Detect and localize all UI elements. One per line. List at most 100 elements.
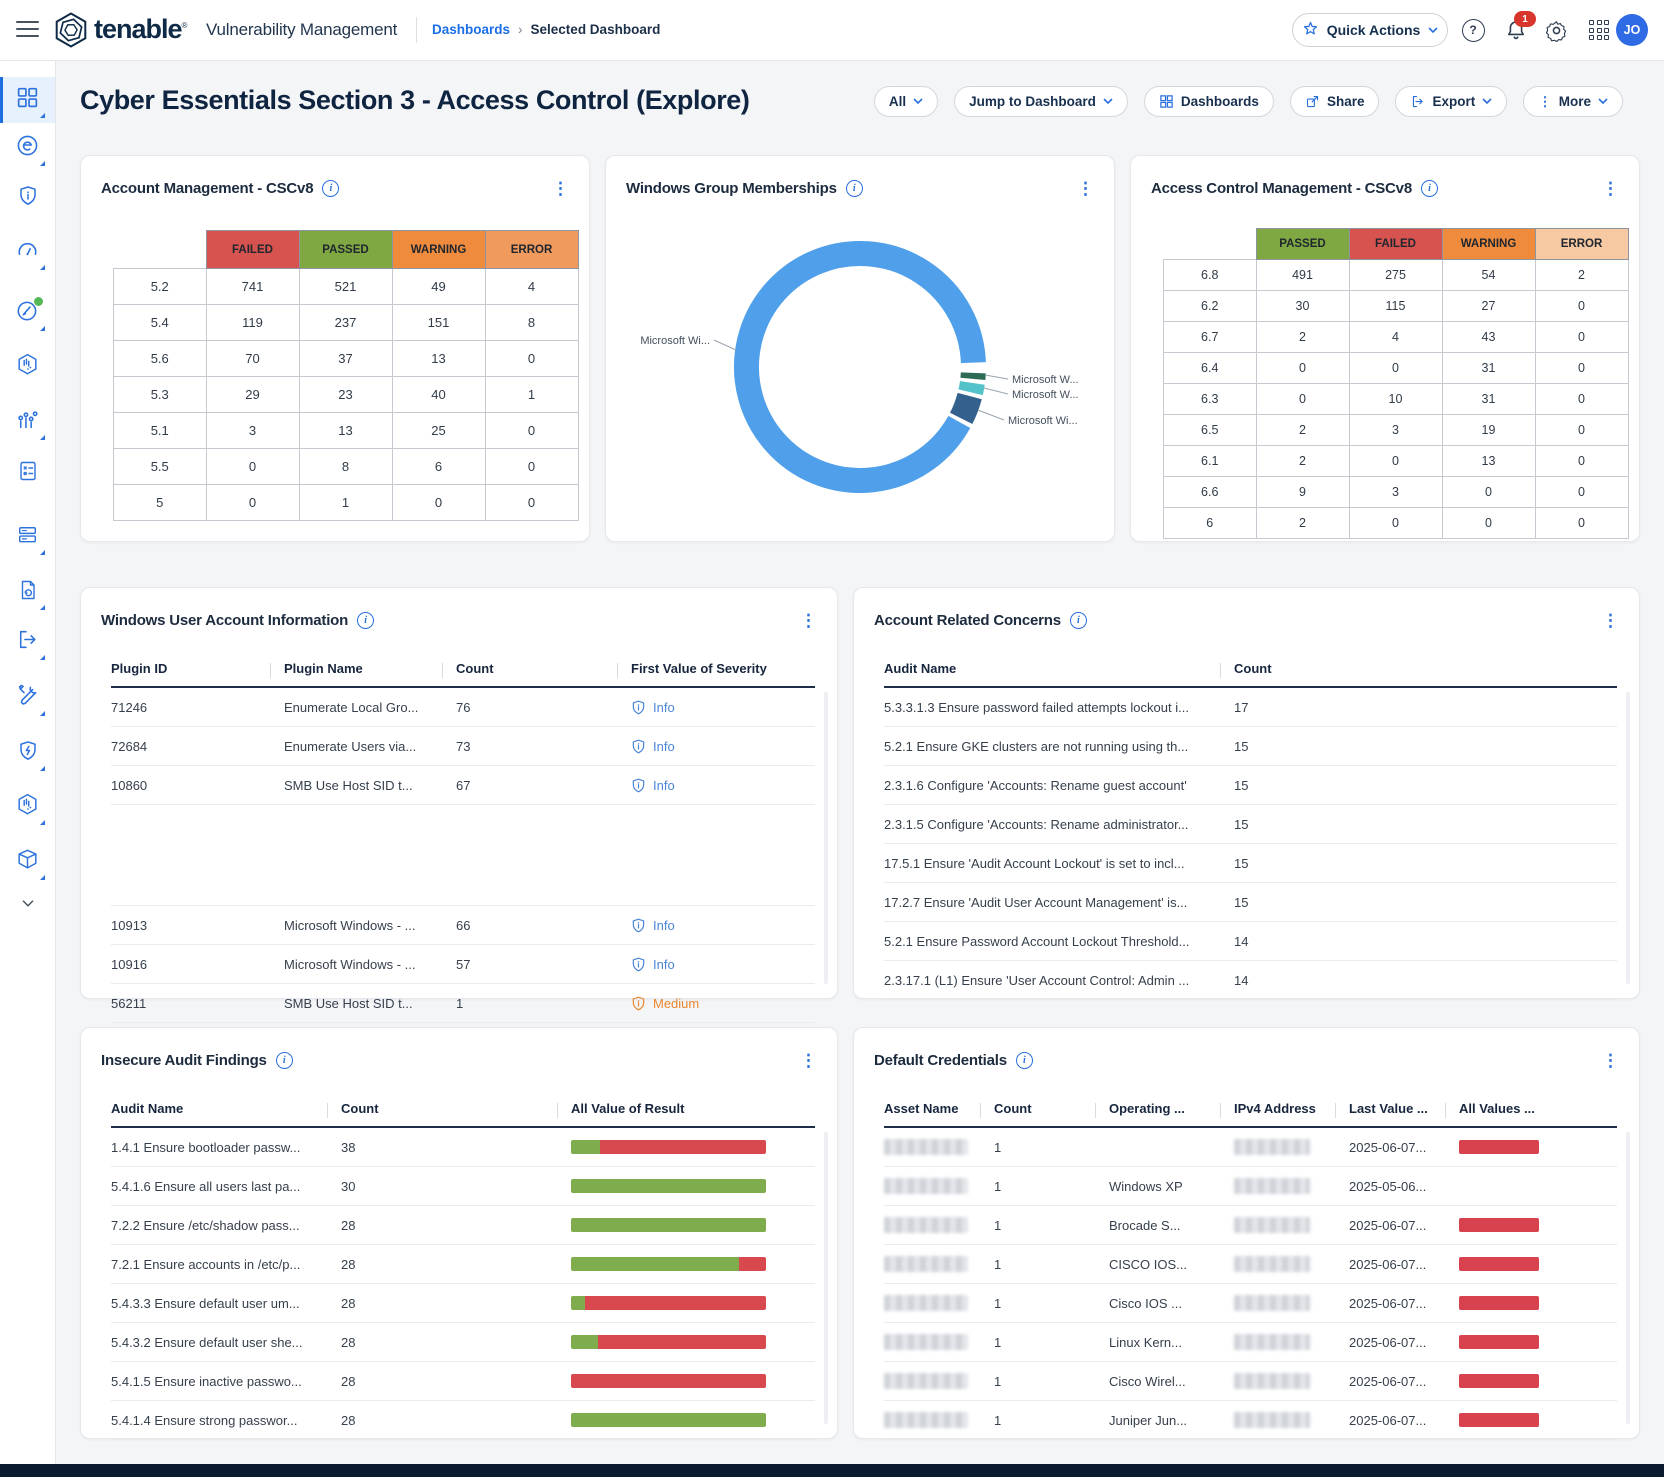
sidebar-item-shield-info[interactable] xyxy=(0,175,55,221)
donut-slice[interactable] xyxy=(961,396,970,418)
column-header[interactable]: Asset Name xyxy=(884,1101,994,1116)
matrix-row-label: 6.1 xyxy=(1164,446,1257,477)
sidebar-item-tools[interactable] xyxy=(0,675,55,721)
result-bar-cell xyxy=(571,1374,815,1388)
widget-menu-button[interactable]: ⋮ xyxy=(794,610,823,631)
audit-name-cell: 5.4.3.2 Ensure default user she... xyxy=(111,1335,341,1350)
count-cell: 67 xyxy=(456,778,631,793)
sidebar-item-package-box[interactable] xyxy=(0,839,55,885)
column-header[interactable]: Count xyxy=(1234,661,1617,676)
info-icon[interactable]: i xyxy=(322,180,339,197)
sidebar-item-document-scan[interactable] xyxy=(0,569,55,615)
sidebar-item-hexagon-cube-2[interactable] xyxy=(0,784,55,830)
sidebar-collapse-button[interactable] xyxy=(0,882,55,928)
sidebar-item-target-e[interactable] xyxy=(0,125,55,171)
matrix-cell: 54 xyxy=(1442,260,1535,291)
sidebar-item-stacked-cards[interactable] xyxy=(0,514,55,560)
severity-badge: Medium xyxy=(631,996,815,1011)
info-icon[interactable]: i xyxy=(276,1052,293,1069)
audit-name-cell: 5.2.1 Ensure GKE clusters are not runnin… xyxy=(884,739,1234,754)
column-header[interactable]: First Value of Severity xyxy=(631,661,815,676)
redacted-asset-name xyxy=(884,1217,968,1233)
column-header[interactable]: IPv4 Address xyxy=(1234,1101,1349,1116)
count-cell: 1 xyxy=(994,1140,1109,1155)
donut-slice[interactable] xyxy=(746,253,973,480)
matrix-row-label: 6.3 xyxy=(1164,384,1257,415)
settings-button[interactable] xyxy=(1543,17,1569,43)
sidebar-item-export-arrow[interactable] xyxy=(0,619,55,665)
asset-name-cell xyxy=(884,1139,994,1155)
sidebar-item-checklist[interactable] xyxy=(0,450,55,496)
table-row: 72684Enumerate Users via...73Info xyxy=(111,727,815,766)
table-header-row: Audit NameCount xyxy=(884,650,1617,688)
filter-all-button[interactable]: All xyxy=(874,86,938,117)
column-header[interactable]: Count xyxy=(994,1101,1109,1116)
column-header[interactable]: Count xyxy=(456,661,631,676)
column-header[interactable]: All Value of Result xyxy=(571,1101,815,1116)
sidebar-item-gauge[interactable] xyxy=(0,229,55,275)
info-icon[interactable]: i xyxy=(1070,612,1087,629)
widget-menu-button[interactable]: ⋮ xyxy=(546,178,575,199)
dashboards-button[interactable]: Dashboards xyxy=(1144,86,1274,117)
redacted-asset-name xyxy=(884,1334,968,1350)
matrix-cell: 3 xyxy=(206,413,299,449)
column-header[interactable]: Last Value ... xyxy=(1349,1101,1459,1116)
apps-launcher-button[interactable] xyxy=(1586,17,1612,43)
widget-menu-button[interactable]: ⋮ xyxy=(1071,178,1100,199)
quick-actions-button[interactable]: Quick Actions xyxy=(1292,13,1448,47)
sidebar-item-hexagon-cube[interactable] xyxy=(0,344,55,390)
scrollbar[interactable] xyxy=(824,692,828,984)
help-button[interactable]: ? xyxy=(1460,17,1486,43)
hamburger-menu-icon[interactable] xyxy=(16,21,39,38)
widget-menu-button[interactable]: ⋮ xyxy=(794,1050,823,1071)
widget-menu-button[interactable]: ⋮ xyxy=(1596,178,1625,199)
donut-slice[interactable] xyxy=(971,383,973,392)
matrix-row-label: 5.6 xyxy=(114,341,207,377)
column-header[interactable]: Operating ... xyxy=(1109,1101,1234,1116)
column-header[interactable]: All Values ... xyxy=(1459,1101,1617,1116)
result-stacked-bar xyxy=(571,1335,766,1349)
last-value-cell: 2025-06-07... xyxy=(1349,1257,1459,1272)
info-icon[interactable]: i xyxy=(1016,1052,1033,1069)
donut-slice-label: Microsoft Wi... xyxy=(640,335,710,347)
column-header[interactable]: Plugin Name xyxy=(284,661,456,676)
matrix-corner xyxy=(1164,229,1257,260)
matrix-row: 6.230115270 xyxy=(1164,291,1629,322)
column-header[interactable]: Plugin ID xyxy=(111,661,284,676)
more-button[interactable]: ⋮ More xyxy=(1523,86,1623,117)
column-header[interactable]: Count xyxy=(341,1101,571,1116)
matrix-header-row: PASSEDFAILEDWARNINGERROR xyxy=(1164,229,1629,260)
sidebar-item-shield-flash[interactable] xyxy=(0,730,55,776)
matrix-row: 6.523190 xyxy=(1164,415,1629,446)
avatar[interactable]: JO xyxy=(1616,14,1648,46)
widget-menu-button[interactable]: ⋮ xyxy=(1596,1050,1625,1071)
redacted-asset-name xyxy=(884,1373,968,1389)
share-button[interactable]: Share xyxy=(1290,86,1380,117)
sidebar-item-compass[interactable] xyxy=(0,290,55,336)
sidebar-item-chart-nodes[interactable] xyxy=(0,399,55,445)
breadcrumb-dashboards-link[interactable]: Dashboards xyxy=(432,22,510,37)
footer-bar xyxy=(0,1464,1664,1477)
column-header[interactable]: Audit Name xyxy=(884,661,1234,676)
scrollbar[interactable] xyxy=(824,1132,828,1424)
count-cell: 1 xyxy=(994,1179,1109,1194)
jump-to-dashboard-button[interactable]: Jump to Dashboard xyxy=(954,86,1128,117)
info-icon[interactable]: i xyxy=(357,612,374,629)
sidebar-item-grid-dashboard[interactable] xyxy=(0,77,55,123)
shield-info-icon xyxy=(16,184,40,213)
scrollbar[interactable] xyxy=(1626,692,1630,984)
info-icon[interactable]: i xyxy=(1421,180,1438,197)
severity-badge: Info xyxy=(631,957,815,972)
breadcrumb-separator: › xyxy=(518,22,523,37)
export-button[interactable]: Export xyxy=(1395,86,1507,117)
info-icon[interactable]: i xyxy=(846,180,863,197)
submenu-indicator-icon xyxy=(40,766,45,771)
scrollbar[interactable] xyxy=(1626,1132,1630,1424)
widget-menu-button[interactable]: ⋮ xyxy=(1596,610,1625,631)
table-row: 7.2.1 Ensure accounts in /etc/p...28 xyxy=(111,1245,815,1284)
failed-segment xyxy=(739,1257,766,1271)
column-header[interactable]: Audit Name xyxy=(111,1101,341,1116)
notifications-button[interactable]: 1 xyxy=(1503,17,1529,43)
redacted-asset-name xyxy=(884,1412,968,1428)
submenu-indicator-icon xyxy=(40,820,45,825)
